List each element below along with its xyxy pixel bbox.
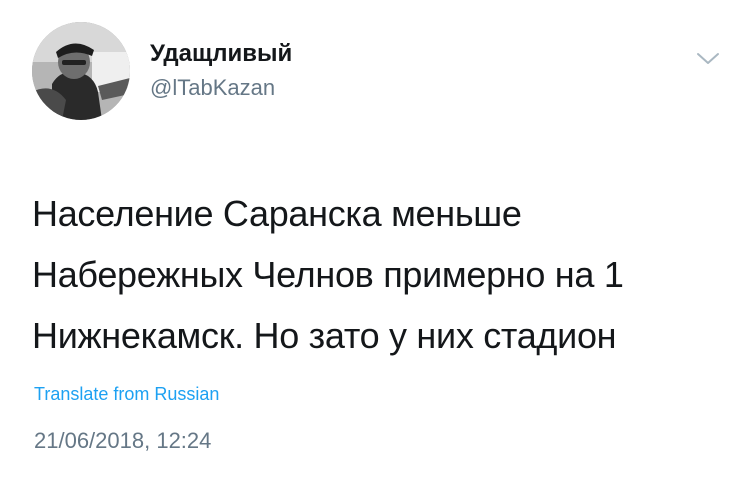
tweet-card: Удащливый @lTabKazan Население Саранска … xyxy=(0,0,749,478)
user-handle[interactable]: @lTabKazan xyxy=(150,75,292,101)
tweet-text-line: Нижнекамск. Но зато у них стадион xyxy=(32,315,617,356)
tweet-text: Население Саранска меньше Набережных Чел… xyxy=(32,183,732,366)
chevron-down-icon xyxy=(697,53,719,64)
tweet-text-line: Население Саранска меньше xyxy=(32,193,522,234)
translate-link[interactable]: Translate from Russian xyxy=(34,383,219,405)
avatar[interactable] xyxy=(32,22,130,120)
display-name[interactable]: Удащливый xyxy=(150,40,292,68)
tweet-menu-button[interactable] xyxy=(693,46,723,70)
author-block[interactable]: Удащливый @lTabKazan xyxy=(150,40,292,101)
tweet-text-line: Набережных Челнов примерно на 1 xyxy=(32,254,624,295)
tweet-timestamp[interactable]: 21/06/2018, 12:24 xyxy=(34,428,211,454)
avatar-photo xyxy=(32,22,130,120)
